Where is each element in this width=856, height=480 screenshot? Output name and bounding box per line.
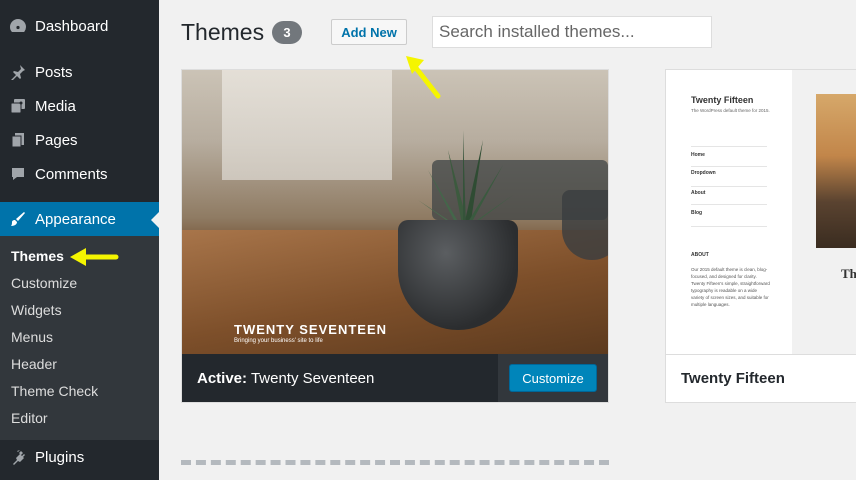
admin-sidebar: Dashboard Posts Media Pages Comments App… [0, 0, 159, 480]
submenu-header[interactable]: Header [11, 354, 57, 374]
dashboard-icon [9, 17, 27, 35]
submenu-editor[interactable]: Editor [11, 408, 48, 428]
customize-button[interactable]: Customize [509, 364, 597, 392]
active-indicator [151, 212, 159, 228]
theme-card-twenty-seventeen[interactable]: TWENTY SEVENTEEN Bringing your business'… [181, 69, 609, 403]
theme-screenshot[interactable]: Twenty Fifteen The WordPress default the… [666, 70, 856, 354]
active-label: Active: [197, 369, 248, 387]
theme-screenshot[interactable]: TWENTY SEVENTEEN Bringing your business'… [182, 70, 608, 354]
screenshot-menu-item: Dropdown [691, 170, 716, 176]
screenshot-theme-title: TWENTY SEVENTEEN [234, 322, 388, 337]
menu-label: Appearance [35, 210, 116, 228]
screenshot-menu-item: Blog [691, 210, 703, 216]
search-themes-input[interactable] [432, 16, 712, 48]
comment-icon [9, 165, 27, 183]
annotation-arrow-icon [70, 248, 119, 266]
pages-icon [9, 131, 27, 149]
submenu-widgets[interactable]: Widgets [11, 300, 62, 320]
theme-card-footer: Active: Twenty Seventeen Customize [182, 354, 608, 402]
menu-appearance[interactable]: Appearance [0, 202, 159, 236]
media-icon [9, 97, 27, 115]
theme-name: Twenty Seventeen [250, 369, 375, 387]
menu-posts[interactable]: Posts [0, 55, 159, 89]
add-new-theme-placeholder[interactable] [181, 460, 609, 466]
screenshot-menu-item: Home [691, 152, 705, 158]
theme-card-twenty-fifteen[interactable]: Twenty Fifteen The WordPress default the… [665, 69, 856, 403]
theme-name: Twenty Fifteen [681, 370, 785, 387]
theme-card-footer: Twenty Fifteen [666, 354, 856, 402]
menu-label: Pages [35, 131, 78, 149]
plug-icon [9, 448, 27, 466]
menu-dashboard[interactable]: Dashboard [0, 9, 159, 43]
theme-count-badge: 3 [272, 21, 302, 44]
paintbrush-icon [9, 210, 27, 228]
menu-comments[interactable]: Comments [0, 157, 159, 191]
pushpin-icon [9, 63, 27, 81]
screenshot-about-text: Our 2015 default theme is clean, blog-fo… [691, 267, 770, 307]
screenshot-theme-title: Twenty Fifteen [691, 95, 754, 105]
submenu-menus[interactable]: Menus [11, 327, 53, 347]
screenshot-tagline: Bringing your business' site to life [234, 338, 323, 344]
add-new-button[interactable]: Add New [331, 19, 407, 45]
screenshot-about-heading: ABOUT [691, 252, 709, 258]
menu-label: Plugins [35, 448, 85, 466]
page-title: Themes [181, 19, 265, 45]
menu-pages[interactable]: Pages [0, 123, 159, 157]
submenu-themes[interactable]: Themes [11, 246, 64, 266]
menu-label: Comments [35, 165, 108, 183]
screenshot-post-title: Th [841, 266, 856, 281]
menu-media[interactable]: Media [0, 89, 159, 123]
menu-label: Dashboard [35, 17, 109, 35]
submenu-theme-check[interactable]: Theme Check [11, 381, 98, 401]
menu-label: Media [35, 97, 76, 115]
annotation-arrow-icon [406, 56, 441, 99]
screenshot-description: The WordPress default theme for 2015. [691, 108, 770, 113]
menu-label: Posts [35, 63, 73, 81]
submenu-customize[interactable]: Customize [11, 273, 77, 293]
screenshot-menu-item: About [691, 190, 706, 196]
menu-plugins[interactable]: Plugins [0, 440, 159, 474]
pier-image [816, 94, 856, 248]
